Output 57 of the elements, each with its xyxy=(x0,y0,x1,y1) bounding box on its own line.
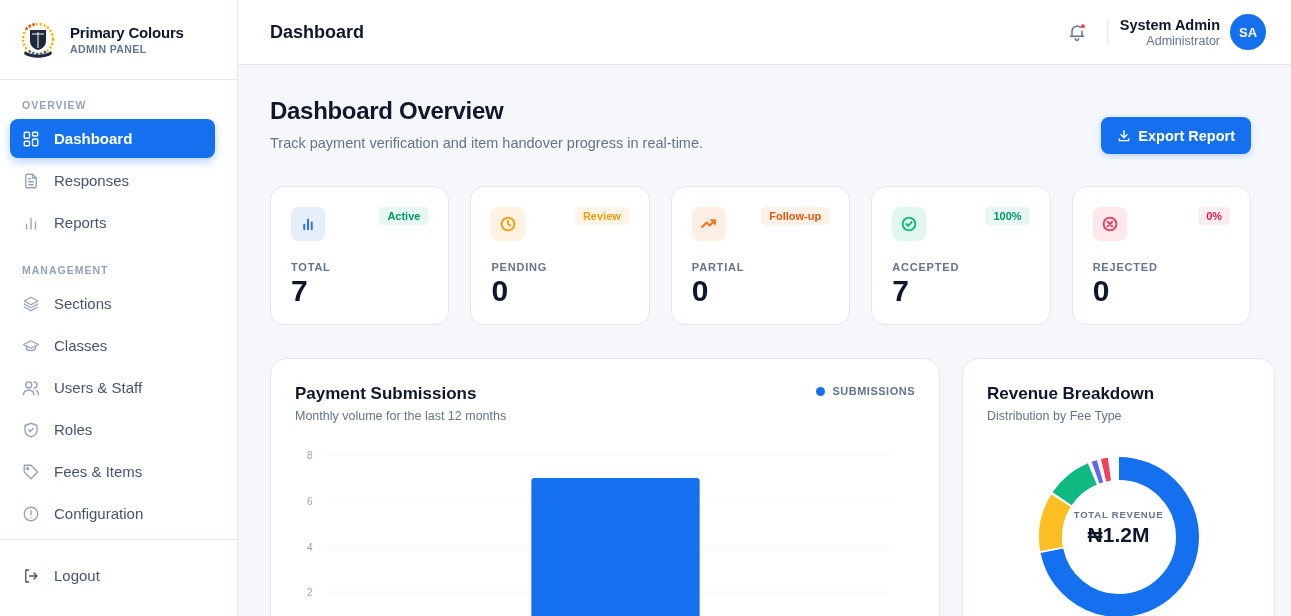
y-tick-label: 4 xyxy=(307,541,313,553)
y-tick-label: 8 xyxy=(307,450,313,461)
chart-subtitle: Distribution by Fee Type xyxy=(987,409,1123,423)
overview-subtitle: Track payment verification and item handover progress in real-time. xyxy=(270,135,704,151)
status-badge: Active xyxy=(379,207,429,225)
status-badge: 100% xyxy=(985,207,1030,225)
users-icon xyxy=(22,378,40,397)
stat-value: 0 xyxy=(691,274,710,307)
layers-icon xyxy=(22,294,40,313)
nav-section-title: OVERVIEW xyxy=(21,98,88,113)
chart-subtitle: Monthly volume for the last 12 months xyxy=(295,409,507,423)
stat-value: 7 xyxy=(892,274,910,307)
y-tick-label: 2 xyxy=(307,587,313,599)
stat-value: 7 xyxy=(291,274,309,307)
nav-item[interactable]: Users & Staff xyxy=(10,368,215,407)
stat-label: TOTAL xyxy=(291,261,332,273)
nav-item[interactable]: Sections xyxy=(10,284,215,323)
grid-icon xyxy=(22,129,40,148)
nav-item[interactable]: Classes xyxy=(10,326,215,365)
user-name: System Admin xyxy=(1119,16,1220,33)
status-badge: 0% xyxy=(1198,207,1231,225)
brand-name: Primary Colours xyxy=(70,24,184,41)
page-title: Dashboard xyxy=(270,21,366,43)
stat-label: ACCEPTED xyxy=(892,261,961,273)
school-crest-icon xyxy=(20,20,56,59)
logout-icon xyxy=(22,566,40,585)
download-icon xyxy=(1117,128,1132,143)
stat-label: PARTIAL xyxy=(691,261,746,273)
export-report-button[interactable]: Export Report xyxy=(1101,117,1251,154)
nav-section-title: MANAGEMENT xyxy=(21,263,110,278)
nav-item[interactable]: Responses xyxy=(10,161,215,200)
document-icon xyxy=(22,171,40,190)
chart-title: Payment Submissions xyxy=(295,384,478,404)
nav-item[interactable]: Fees & Items xyxy=(10,452,215,491)
chart-title: Revenue Breakdown xyxy=(987,384,1156,404)
alert-circle-icon xyxy=(22,504,40,523)
stat-value: 0 xyxy=(1092,274,1111,307)
y-tick-label: 6 xyxy=(307,495,313,507)
nav-item[interactable]: Roles xyxy=(10,410,215,449)
tag-icon xyxy=(22,462,40,481)
nav-item[interactable]: Dashboard xyxy=(10,119,215,158)
legend-label: SUBMISSIONS xyxy=(832,385,915,397)
total-revenue-label: TOTAL REVENUE xyxy=(1073,509,1164,520)
status-badge: Review xyxy=(574,207,629,225)
stat-label: REJECTED xyxy=(1092,261,1159,273)
brand-subtitle: ADMIN PANEL xyxy=(70,43,148,55)
total-revenue-value: ₦1.2M xyxy=(1087,523,1150,547)
user-role: Administrator xyxy=(1145,33,1220,48)
user-avatar[interactable]: SA xyxy=(1230,14,1266,50)
stat-label: PENDING xyxy=(491,261,549,273)
logout-button[interactable]: Logout xyxy=(10,556,215,595)
status-badge: Follow-up xyxy=(761,207,830,225)
nav-item[interactable]: Configuration xyxy=(10,494,215,533)
nav-item[interactable]: Reports xyxy=(10,203,215,242)
stat-value: 0 xyxy=(491,274,510,307)
shield-check-icon xyxy=(22,420,40,439)
overview-title: Dashboard Overview xyxy=(270,97,505,125)
